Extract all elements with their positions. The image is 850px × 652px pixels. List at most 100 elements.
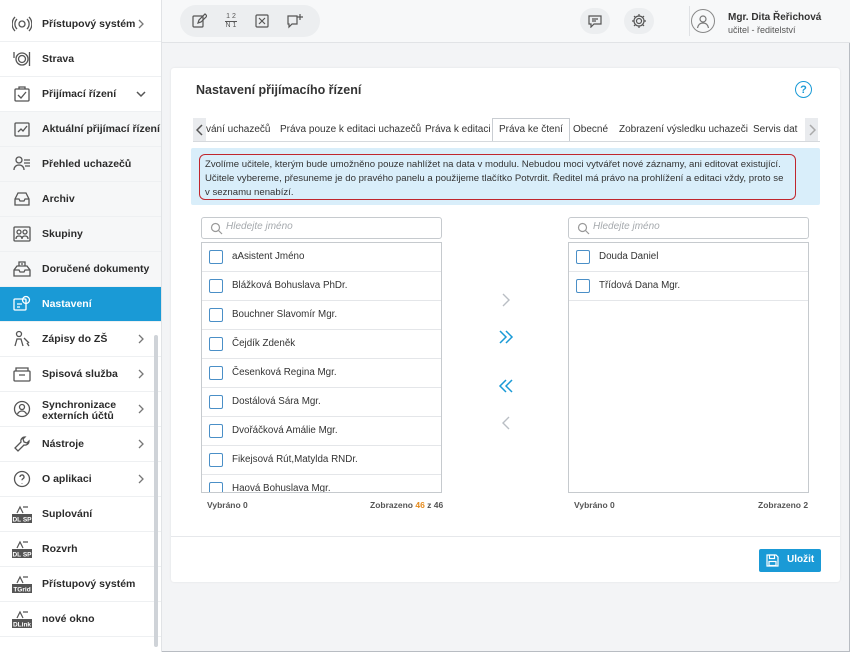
checkbox[interactable] (209, 250, 223, 264)
checkbox[interactable] (576, 250, 590, 264)
info-text: Zvolíme učitele, kterým bude umožněno po… (199, 154, 796, 200)
sidebar-item-prehled-uchazecu[interactable]: Přehled uchazečů (0, 147, 161, 182)
sidebar-item-prijimaci-rizeni[interactable]: Přijímací řízení (0, 77, 161, 112)
sidebar-item-label: Spisová služba (42, 367, 118, 380)
list-item-label: Haová Bohuslava Mgr. (232, 483, 331, 493)
sidebar-item-pristupovy-system-2[interactable]: TGrid Přístupový systém (0, 567, 161, 602)
sidebar-item-label: Strava (42, 52, 75, 65)
gear-icon[interactable] (624, 8, 654, 34)
list-item[interactable]: Třídová Dana Mgr. (569, 272, 808, 301)
sidebar-item-suplovani[interactable]: DL SP Suplování (0, 497, 161, 532)
toolbar-group: 1 2N 1 (180, 5, 320, 37)
list-item[interactable]: Douda Daniel (569, 243, 808, 272)
sidebar-item-label: Nastavení (42, 297, 92, 310)
list-item[interactable]: Česenková Regina Mgr. (202, 359, 441, 388)
tab-prava-pouze-k-editaci[interactable]: Práva pouze k editaci uchazečů (280, 124, 421, 135)
sidebar-item-label: Archiv (42, 192, 75, 205)
user-role: učitel - ředitelství (728, 25, 796, 35)
checkbox[interactable] (209, 366, 223, 380)
shown-suffix: z 46 (424, 500, 444, 510)
sidebar-item-nastroje[interactable]: Nástroje (0, 427, 161, 462)
messages-icon[interactable] (580, 8, 610, 34)
save-button[interactable]: Uložit (759, 549, 821, 572)
save-label: Uložit (787, 554, 815, 565)
list-item[interactable]: Fikejsová Rút,Matylda RNDr. (202, 446, 441, 475)
selected-teachers-list: Douda Daniel Třídová Dana Mgr. (568, 242, 809, 493)
list-item[interactable]: aAsistent Jméno (202, 243, 441, 272)
access-system-icon-2: TGrid (11, 573, 33, 595)
fraction-icon[interactable]: 1 2N 1 (221, 11, 241, 31)
tab-hodnoceni-uchazecu[interactable]: vání uchazečů (206, 124, 271, 135)
move-all-right-icon[interactable] (498, 329, 514, 345)
checkbox[interactable] (209, 424, 223, 438)
sidebar-item-label: O aplikaci (42, 472, 92, 485)
sidebar-item-strava[interactable]: Strava (0, 42, 161, 77)
checkbox[interactable] (209, 395, 223, 409)
sidebar-item-archiv[interactable]: Archiv (0, 182, 161, 217)
svg-text:DL SP: DL SP (12, 517, 32, 524)
list-item[interactable]: Dostálová Sára Mgr. (202, 388, 441, 417)
tab-prava-k-editaci[interactable]: Práva k editaci (425, 124, 491, 135)
page-title: Nastavení přijímacího řízení (196, 83, 362, 97)
tabs-scroll-right[interactable] (805, 118, 818, 141)
checkbox[interactable] (576, 279, 590, 293)
sync-accounts-icon (11, 398, 33, 420)
list-item-label: aAsistent Jméno (232, 251, 305, 262)
info-banner: Zvolíme učitele, kterým bude umožněno po… (191, 148, 820, 205)
tab-zobrazeni-vysledku[interactable]: Zobrazení výsledku uchazeči (619, 124, 748, 135)
footer-divider (171, 536, 840, 537)
list-item[interactable]: Čejdík Zdeněk (202, 330, 441, 359)
left-selected-count: Vybráno 0 (207, 500, 248, 510)
sidebar-item-spisova-sluzba[interactable]: Spisová služba (0, 357, 161, 392)
sidebar-item-aktualni-prijimaci-rizeni[interactable]: Aktuální přijímací řízení (0, 112, 161, 147)
list-item-label: Bouchner Slavomír Mgr. (232, 309, 338, 320)
tab-servis-dat[interactable]: Servis dat (753, 124, 797, 135)
sidebar-item-label: Přijímací řízení (42, 87, 117, 100)
right-search-input[interactable] (593, 221, 793, 232)
left-search-input[interactable] (226, 221, 426, 232)
list-item-label: Třídová Dana Mgr. (599, 280, 681, 291)
checkbox[interactable] (209, 337, 223, 351)
sidebar-scrollbar[interactable] (154, 335, 158, 647)
list-item-label: Dostálová Sára Mgr. (232, 396, 321, 407)
sidebar-item-label: Nástroje (42, 437, 85, 450)
avatar[interactable] (691, 9, 715, 33)
list-item[interactable]: Blážková Bohuslava PhDr. (202, 272, 441, 301)
sidebar-item-label: Skupiny (42, 227, 83, 240)
move-left-icon[interactable] (498, 415, 514, 431)
sidebar-item-skupiny[interactable]: Skupiny (0, 217, 161, 252)
excel-icon[interactable] (252, 11, 272, 31)
list-item[interactable]: Haová Bohuslava Mgr. (202, 475, 441, 493)
sidebar-item-label: Přístupový systém (42, 577, 136, 590)
list-item[interactable]: Bouchner Slavomír Mgr. (202, 301, 441, 330)
list-item-label: Dvořáčková Amálie Mgr. (232, 425, 338, 436)
sidebar-item-dorucene-dokumenty[interactable]: Doručené dokumenty (0, 252, 161, 287)
search-icon (210, 222, 223, 235)
sidebar-item-zapisy-do-zs[interactable]: Zápisy do ZŠ (0, 322, 161, 357)
search-icon (577, 222, 590, 235)
tab-prava-ke-cteni[interactable]: Práva ke čtení (492, 118, 570, 141)
left-search-field[interactable] (201, 217, 442, 239)
checkbox[interactable] (209, 453, 223, 467)
sidebar-item-label: Aktuální přijímací řízení (42, 122, 160, 135)
checkbox[interactable] (209, 308, 223, 322)
checkbox[interactable] (209, 279, 223, 293)
access-system-icon (11, 13, 33, 35)
right-search-field[interactable] (568, 217, 809, 239)
sidebar-item-rozvrh[interactable]: DL SP Rozvrh (0, 532, 161, 567)
sidebar-item-o-aplikaci[interactable]: O aplikaci (0, 462, 161, 497)
checkbox[interactable] (209, 482, 223, 492)
sidebar-item-synchronizace[interactable]: Synchronizace externích účtů (0, 392, 161, 427)
help-icon[interactable]: ? (795, 81, 812, 98)
sidebar-item-nove-okno[interactable]: DLink nové okno (0, 602, 161, 637)
tab-obecne[interactable]: Obecné (573, 124, 608, 135)
user-name[interactable]: Mgr. Dita Řeřichová (728, 12, 821, 23)
shown-number: 46 (415, 500, 425, 510)
edit-icon[interactable] (189, 11, 209, 31)
sidebar-item-pristupovy-system[interactable]: Přístupový systém (0, 7, 161, 42)
move-all-left-icon[interactable] (498, 378, 514, 394)
add-message-icon[interactable] (285, 11, 305, 31)
sidebar-item-nastaveni[interactable]: Nastavení (0, 287, 161, 322)
move-right-icon[interactable] (498, 292, 514, 308)
list-item[interactable]: Dvořáčková Amálie Mgr. (202, 417, 441, 446)
